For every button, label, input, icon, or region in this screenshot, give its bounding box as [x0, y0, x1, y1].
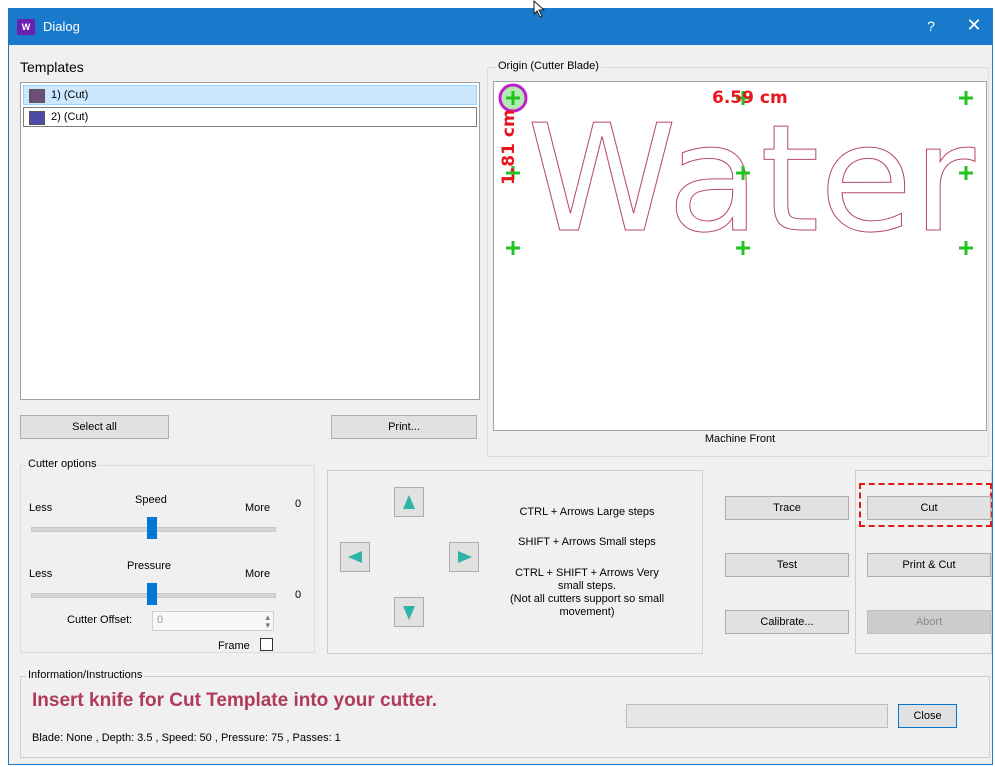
pressure-value: 0: [295, 589, 302, 601]
hint-very-small-2: small steps.: [557, 580, 617, 592]
move-down-button[interactable]: [394, 597, 424, 627]
speed-label: Speed: [135, 494, 167, 506]
blade-details: Blade: None , Depth: 3.5 , Speed: 50 , P…: [32, 732, 341, 744]
arrow-left-icon: [348, 551, 362, 563]
arrow-right-icon: [458, 551, 472, 563]
print-button[interactable]: Print...: [331, 415, 477, 439]
test-button[interactable]: Test: [725, 553, 849, 577]
preview-canvas: Water 6.59 cm 1.81 cm: [498, 83, 976, 266]
pressure-less-label: Less: [29, 568, 53, 580]
pressure-more-label: More: [245, 568, 271, 580]
origin-preview[interactable]: Water 6.59 cm 1.81 cm: [493, 81, 987, 431]
move-left-button[interactable]: [340, 542, 370, 572]
select-all-button[interactable]: Select all: [20, 415, 169, 439]
frame-label: Frame: [218, 640, 250, 652]
close-window-button[interactable]: ✕: [959, 15, 989, 36]
preview-text: Water: [527, 93, 975, 265]
height-measure-label: 1.81 cm: [499, 109, 519, 185]
close-button[interactable]: Close: [898, 704, 957, 728]
hint-small-steps: SHIFT + Arrows Small steps: [518, 536, 656, 548]
cutter-offset-label: Cutter Offset:: [67, 614, 133, 626]
hint-note-2: movement): [559, 606, 615, 618]
help-button[interactable]: ?: [921, 18, 941, 34]
movement-group: [327, 470, 703, 654]
cutter-offset-input[interactable]: 0 ▴ ▾: [152, 611, 274, 631]
print-and-cut-button[interactable]: Print & Cut: [867, 553, 991, 577]
mouse-cursor-icon: [533, 0, 546, 18]
width-measure-label: 6.59 cm: [712, 88, 788, 108]
pressure-slider-thumb[interactable]: [147, 583, 157, 605]
pressure-label: Pressure: [127, 560, 172, 572]
app-icon: W: [17, 19, 35, 35]
move-up-button[interactable]: [394, 487, 424, 517]
templates-list[interactable]: 1) (Cut) 2) (Cut): [20, 82, 480, 400]
calibrate-button[interactable]: Calibrate...: [725, 610, 849, 634]
cutter-options-label: Cutter options: [26, 458, 99, 470]
template-label: 1) (Cut): [51, 89, 89, 101]
templates-label: Templates: [20, 59, 84, 75]
arrow-down-icon: [403, 606, 415, 620]
list-item[interactable]: 1) (Cut): [23, 85, 477, 105]
abort-button[interactable]: Abort: [867, 610, 991, 634]
speed-slider-thumb[interactable]: [147, 517, 157, 539]
template-label: 2) (Cut): [51, 111, 89, 123]
progress-bar: [626, 704, 888, 728]
list-item[interactable]: 2) (Cut): [23, 107, 477, 127]
speed-less-label: Less: [29, 502, 53, 514]
template-color-swatch: [29, 89, 45, 103]
frame-checkbox[interactable]: [260, 638, 273, 651]
speed-more-label: More: [245, 502, 271, 514]
speed-value: 0: [295, 498, 302, 510]
machine-front-label: Machine Front: [704, 433, 776, 445]
cutter-offset-value: 0: [157, 614, 164, 626]
move-right-button[interactable]: [449, 542, 479, 572]
origin-label: Origin (Cutter Blade): [496, 60, 601, 72]
window-title: Dialog: [43, 19, 80, 34]
info-label: Information/Instructions: [26, 669, 145, 681]
dialog-window: W Dialog ? ✕ Templates 1) (Cut) 2) (Cut)…: [8, 8, 993, 765]
hint-note-1: (Not all cutters support so small: [509, 593, 665, 605]
arrow-up-icon: [403, 495, 415, 509]
cut-button[interactable]: Cut: [867, 496, 991, 520]
trace-button[interactable]: Trace: [725, 496, 849, 520]
template-color-swatch: [29, 111, 45, 125]
hint-very-small-1: CTRL + SHIFT + Arrows Very: [515, 567, 659, 579]
spin-arrows-icon[interactable]: ▴ ▾: [265, 613, 270, 630]
origin-marker[interactable]: [498, 83, 528, 113]
hint-large-steps: CTRL + Arrows Large steps: [519, 506, 655, 518]
instruction-message: Insert knife for Cut Template into your …: [32, 690, 438, 711]
title-bar[interactable]: W Dialog ? ✕: [9, 9, 992, 45]
